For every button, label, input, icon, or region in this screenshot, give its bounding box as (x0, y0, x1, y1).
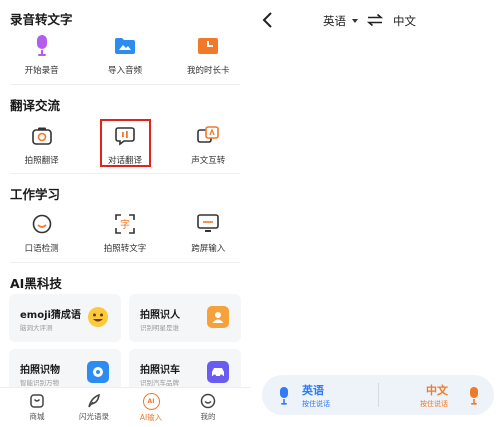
microphone-icon (280, 387, 288, 405)
divider (10, 262, 240, 263)
tool-label: 拍照翻译 (24, 156, 59, 166)
tool-photo-to-text[interactable]: 字 拍照转文字 (83, 212, 166, 254)
profile-icon (200, 393, 216, 409)
card-title: 拍照识物 (20, 365, 60, 376)
scan-text-icon: 字 (113, 212, 137, 236)
tool-voice-text-convert[interactable]: 声文互转 (167, 124, 250, 166)
bottom-tab-bar: 商城 闪光语录 AI AI输入 我的 (0, 387, 250, 427)
card-subtitle: 识别汽车品牌 (140, 379, 179, 387)
tool-label: 拍照转文字 (103, 244, 147, 254)
tool-label: 声文互转 (191, 156, 226, 166)
work-tools-row: 口语检测 字 拍照转文字 跨屏输入 (0, 212, 250, 254)
tool-label: 开始录音 (24, 66, 59, 76)
tool-start-recording[interactable]: 开始录音 (0, 34, 83, 76)
object-scan-icon (87, 361, 109, 383)
tool-speech-check[interactable]: 口语检测 (0, 212, 83, 254)
target-language-select[interactable]: 中文 (393, 13, 416, 29)
microphone-icon (30, 34, 54, 58)
tab-label: AI输入 (139, 413, 163, 422)
card-subtitle: 脑洞大评测 (20, 324, 53, 332)
tab-label: 我的 (200, 412, 216, 421)
tab-label: 闪光语录 (79, 412, 109, 421)
section-title-translation: 翻译交流 (10, 98, 61, 113)
voice-text-icon (196, 124, 220, 148)
tab-flash-quotes[interactable]: 闪光语录 (69, 388, 119, 427)
speak-left-subtitle: 按住说话 (302, 400, 330, 408)
section-title-recording: 录音转文字 (10, 12, 73, 27)
card-title: 拍照识车 (140, 365, 180, 376)
divider (10, 173, 240, 174)
tool-label: 口语检测 (24, 244, 59, 254)
swap-icon[interactable] (367, 13, 383, 27)
cross-screen-icon (196, 212, 220, 236)
card-title: emoji猜成语 (20, 310, 81, 321)
divider (10, 84, 240, 85)
tab-shop[interactable]: 商城 (12, 388, 62, 427)
recording-tools-row: 开始录音 导入音频 我的时长卡 (0, 34, 250, 76)
card-photo-recognize-person[interactable]: 拍照识人 识别明星是谁 (129, 294, 241, 342)
chevron-down-icon (352, 19, 358, 23)
tool-my-duration-card[interactable]: 我的时长卡 (167, 34, 250, 76)
shop-icon (30, 394, 44, 408)
clock-card-icon (196, 34, 220, 58)
section-title-work-study: 工作学习 (10, 187, 61, 202)
tool-label: 导入音频 (107, 66, 142, 76)
quill-icon (88, 393, 100, 408)
tool-cross-screen-input[interactable]: 跨屏输入 (167, 212, 250, 254)
back-arrow-icon[interactable] (258, 10, 278, 30)
person-card-icon (207, 306, 229, 328)
card-subtitle: 识别明星是谁 (140, 324, 179, 332)
speak-bar: 英语 按住说话 中文 按住说话 (262, 375, 494, 415)
emoji-icon (87, 306, 109, 328)
section-title-ai-tech: AI黑科技 (10, 276, 62, 291)
tool-label: 我的时长卡 (186, 66, 230, 76)
highlight-box (100, 119, 151, 167)
svg-text:字: 字 (120, 218, 130, 231)
speak-right-subtitle: 按住说话 (420, 400, 448, 408)
camera-translate-icon (30, 124, 54, 148)
ai-input-icon: AI (142, 393, 160, 410)
folder-icon (113, 34, 137, 58)
tool-label: 跨屏输入 (191, 244, 226, 254)
speak-right-title: 中文 (426, 384, 448, 397)
hold-to-speak-chinese-button[interactable]: 中文 按住说话 (378, 375, 494, 415)
tab-ai-input[interactable]: AI AI输入 (126, 388, 176, 427)
card-emoji-idiom[interactable]: emoji猜成语 脑洞大评测 (9, 294, 121, 342)
speech-check-icon (30, 212, 54, 236)
card-title: 拍照识人 (140, 310, 180, 321)
tool-import-audio[interactable]: 导入音频 (83, 34, 166, 76)
tab-profile[interactable]: 我的 (183, 388, 233, 427)
tool-photo-translate[interactable]: 拍照翻译 (0, 124, 83, 166)
right-panel: 英语 中文 英语 按住说话 中文 按住说话 (250, 0, 500, 427)
hold-to-speak-english-button[interactable]: 英语 按住说话 (262, 375, 378, 415)
left-panel: 录音转文字 开始录音 导入音频 我的时长卡 翻译交流 拍照翻译 对话翻译 声文互… (0, 0, 250, 427)
speak-left-title: 英语 (302, 384, 324, 397)
tab-label: 商城 (29, 412, 45, 421)
card-subtitle: 智能识别万物 (20, 379, 59, 387)
car-icon (207, 361, 229, 383)
microphone-icon (470, 387, 478, 405)
source-language-select[interactable]: 英语 (323, 13, 346, 29)
